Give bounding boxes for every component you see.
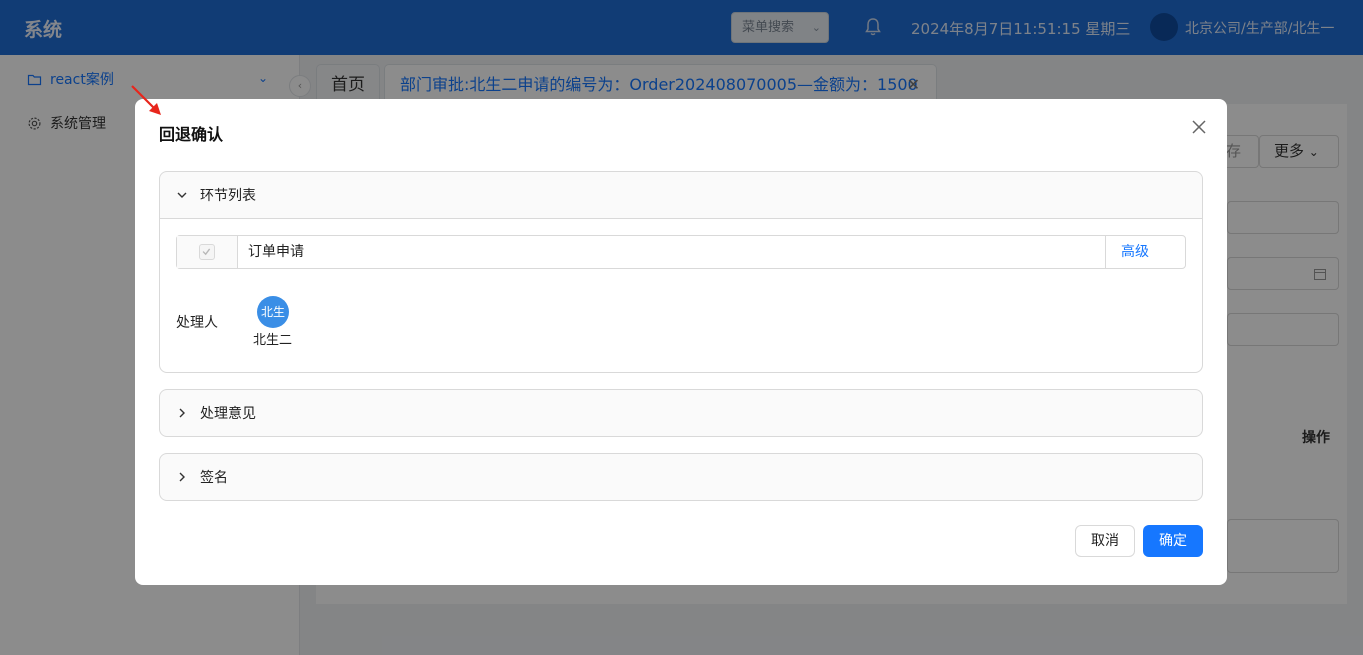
- close-icon[interactable]: [1189, 117, 1209, 137]
- confirm-button[interactable]: 确定: [1143, 525, 1203, 557]
- chevron-down-icon: [177, 192, 187, 198]
- panel-header[interactable]: 处理意见: [160, 390, 1202, 436]
- check-icon: [202, 248, 211, 256]
- app-root: 系统 菜单搜索 ⌄ 2024年8月7日11:51:15 星期三 北京公司/生产部…: [0, 0, 1363, 655]
- chevron-right-icon: [179, 472, 185, 482]
- panel-header[interactable]: 环节列表: [160, 172, 1202, 218]
- handler-label: 处理人: [176, 315, 218, 331]
- panel-title: 签名: [200, 470, 228, 486]
- advanced-link[interactable]: 高级: [1105, 236, 1185, 268]
- handler-avatar[interactable]: 北生: [257, 296, 289, 328]
- rollback-confirm-dialog: 回退确认 环节列表 订单申请 高级 处理人 北生 北生二 处理意见 签名 取消 …: [135, 99, 1227, 585]
- node-name: 订单申请: [248, 244, 304, 260]
- node-checkbox[interactable]: [199, 244, 215, 260]
- panel-opinion[interactable]: 处理意见: [159, 389, 1203, 437]
- panel-title: 环节列表: [200, 188, 256, 204]
- cancel-button[interactable]: 取消: [1075, 525, 1135, 557]
- chevron-right-icon: [179, 408, 185, 418]
- annotation-arrow-icon: [131, 85, 161, 115]
- panel-body: 订单申请 高级 处理人 北生 北生二: [160, 218, 1202, 372]
- node-row: 订单申请 高级: [176, 235, 1186, 269]
- dialog-title: 回退确认: [159, 125, 224, 144]
- panel-node-list: 环节列表 订单申请 高级 处理人 北生 北生二: [159, 171, 1203, 373]
- panel-signature[interactable]: 签名: [159, 453, 1203, 501]
- panel-title: 处理意见: [200, 406, 256, 422]
- panel-header[interactable]: 签名: [160, 454, 1202, 500]
- node-checkbox-cell: [177, 236, 238, 268]
- handler-name: 北生二: [253, 333, 293, 348]
